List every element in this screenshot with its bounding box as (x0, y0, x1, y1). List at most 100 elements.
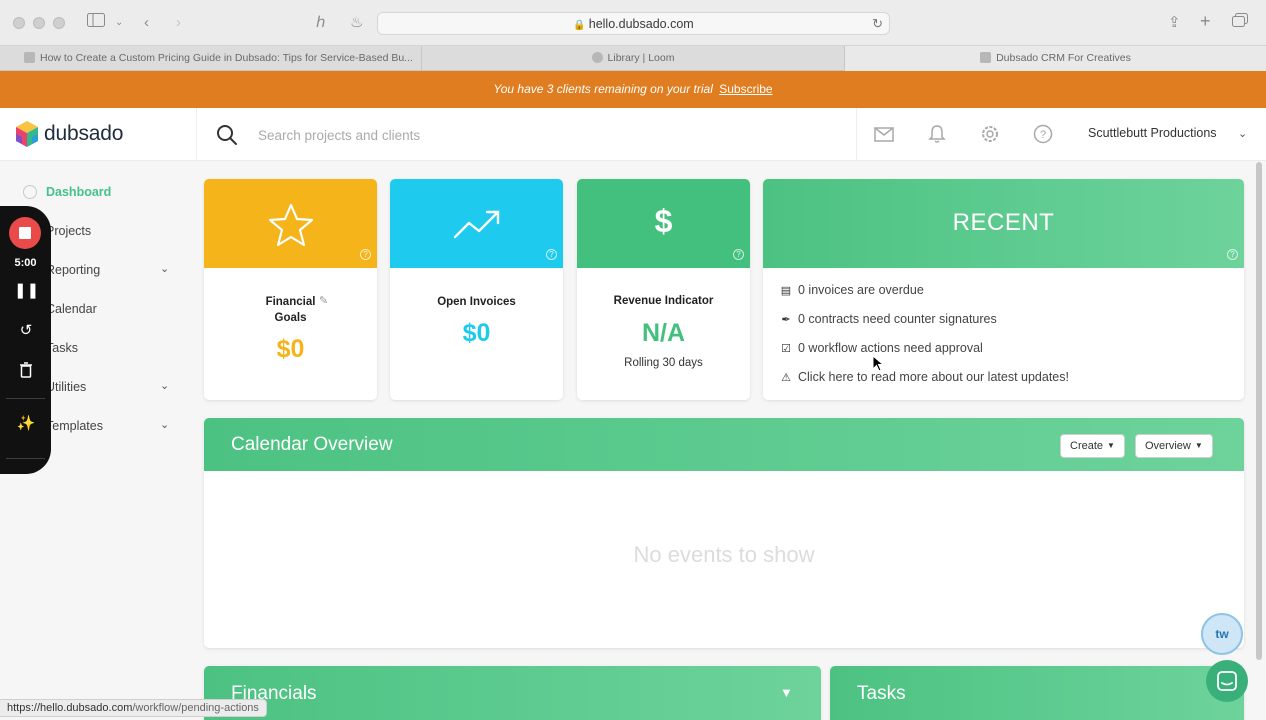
recent-row-invoices[interactable]: ▤ 0 invoices are overdue (780, 281, 924, 299)
loom-recorder: 5:00 ❚❚ ↺ ✨ (0, 206, 51, 474)
stop-recording-button[interactable] (9, 217, 41, 249)
chat-widget-button[interactable] (1206, 660, 1248, 702)
panel-header: Financials ▼ (204, 666, 821, 720)
sidebar-item-projects[interactable]: Projects (46, 221, 91, 241)
new-tab-icon[interactable]: + (1200, 11, 1211, 31)
caret-down-icon: ▼ (1194, 441, 1203, 450)
minimize-window-button[interactable] (33, 17, 45, 29)
help-icon[interactable]: ? (1227, 249, 1238, 260)
logo-cube-icon (16, 121, 38, 147)
forward-icon[interactable]: › (176, 13, 181, 33)
sidebar-item-utilities[interactable]: Utilities (46, 377, 86, 397)
lock-icon: 🔒 (573, 20, 586, 31)
chevron-down-icon[interactable]: ⌄ (160, 379, 169, 392)
status-url: https://hello.dubsado.com (7, 702, 133, 714)
tab-title: Library | Loom (607, 52, 675, 64)
sidebar-item-dashboard[interactable]: Dashboard (46, 182, 111, 202)
status-url-path: /workflow/pending-actions (132, 702, 259, 714)
pen-icon: ✒ (781, 314, 791, 326)
search-icon[interactable] (215, 123, 239, 147)
back-icon[interactable]: ‹ (144, 13, 149, 33)
loom-divider (6, 458, 45, 459)
account-name[interactable]: Scuttlebutt Productions (1088, 126, 1217, 140)
tab-favicon (24, 52, 35, 63)
open-invoices-card[interactable]: ? Open Invoices $0 (390, 179, 563, 400)
help-icon[interactable]: ? (360, 249, 371, 260)
chevron-down-icon[interactable]: ⌄ (115, 13, 123, 33)
sidebar-item-reporting[interactable]: Reporting (46, 260, 100, 280)
help-icon[interactable]: ? (733, 249, 744, 260)
document-icon: ▤ (780, 285, 792, 297)
revenue-subtitle: Rolling 30 days (624, 357, 703, 369)
mail-icon[interactable] (873, 123, 895, 145)
restart-icon[interactable]: ↺ (14, 321, 38, 341)
magic-wand-icon[interactable]: ✨ (14, 414, 38, 434)
chevron-down-icon[interactable]: ⌄ (160, 418, 169, 431)
dashboard-icon (23, 185, 37, 199)
reload-icon[interactable]: ↻ (872, 13, 883, 35)
card-label: Revenue Indicator (613, 295, 714, 307)
loom-divider (6, 398, 45, 399)
sidebar-item-templates[interactable]: Templates (46, 416, 103, 436)
create-dropdown-button[interactable]: Create ▼ (1060, 434, 1125, 458)
dubsado-favicon (980, 52, 992, 63)
maximize-window-button[interactable] (53, 17, 65, 29)
help-icon[interactable]: ? (546, 249, 557, 260)
financial-goals-card[interactable]: ? Financial Goals ✎ $0 (204, 179, 377, 400)
subscribe-link[interactable]: Subscribe (719, 82, 772, 96)
address-bar[interactable]: 🔒 hello.dubsado.com ↻ (377, 12, 890, 35)
empty-calendar-message: No events to show (633, 542, 815, 567)
trial-message: You have 3 clients remaining on your tri… (493, 82, 713, 96)
bell-icon[interactable] (926, 123, 948, 145)
gear-icon[interactable] (979, 123, 1001, 145)
checkbox-icon: ☑ (781, 343, 791, 355)
edit-pencil-icon[interactable]: ✎ (319, 294, 328, 307)
card-header: ? (204, 179, 377, 268)
loom-favicon (591, 52, 603, 63)
browser-tab[interactable]: How to Create a Custom Pricing Guide in … (0, 46, 422, 71)
recent-row-contracts[interactable]: ✒ 0 contracts need counter signatures (780, 310, 997, 328)
card-header: $ ? (577, 179, 750, 268)
page-scrollbar[interactable] (1256, 162, 1262, 660)
link-preview-statusbar: https://hello.dubsado.com/workflow/pendi… (0, 699, 267, 717)
app-header: dubsado ? Scuttlebutt Productions ⌄ (0, 108, 1266, 161)
revenue-value: N/A (641, 319, 686, 347)
recent-row-text: 0 invoices are overdue (798, 283, 924, 297)
caret-down-icon: ▼ (1107, 441, 1115, 450)
recent-row-updates[interactable]: ⚠ Click here to read more about our lates… (780, 368, 1069, 386)
recent-row-text: Click here to read more about our latest… (798, 370, 1069, 384)
logo-text: dubsado (44, 122, 124, 145)
header-divider (856, 108, 857, 161)
help-icon[interactable]: ? (1032, 123, 1054, 145)
recent-row-text: 0 workflow actions need approval (798, 341, 983, 355)
revenue-indicator-card[interactable]: $ ? Revenue Indicator N/A Rolling 30 day… (577, 179, 750, 400)
tab-overview-icon[interactable] (1232, 13, 1248, 33)
overview-dropdown-button[interactable]: Overview ▼ (1135, 434, 1213, 458)
recent-row-text: 0 contracts need counter signatures (798, 312, 997, 326)
card-header: ? (390, 179, 563, 268)
browser-tab[interactable]: Library | Loom (422, 46, 845, 71)
pause-icon[interactable]: ❚❚ (14, 281, 39, 301)
button-label: Overview (1145, 440, 1191, 452)
search-input[interactable] (248, 122, 748, 148)
warning-icon: ⚠ (781, 372, 791, 384)
url-text: hello.dubsado.com (588, 17, 694, 31)
close-window-button[interactable] (13, 17, 25, 29)
financial-goals-value: $0 (276, 335, 305, 363)
browser-tab-active[interactable]: Dubsado CRM For Creatives (845, 46, 1266, 71)
extension-flame-icon[interactable]: ♨ (350, 13, 363, 33)
chevron-down-icon[interactable]: ⌄ (160, 262, 169, 275)
chevron-down-icon[interactable]: ⌄ (1238, 127, 1247, 140)
extension-h-icon[interactable]: ℎ (316, 13, 326, 33)
sidebar-item-calendar[interactable]: Calendar (46, 299, 97, 319)
trash-icon[interactable] (14, 362, 38, 382)
caret-down-icon[interactable]: ▼ (780, 685, 793, 700)
share-icon[interactable]: ⇪ (1168, 13, 1181, 33)
financials-panel: Financials ▼ (204, 666, 821, 720)
svg-text:?: ? (1040, 129, 1046, 141)
card-label: Open Invoices (437, 296, 516, 308)
tasks-panel: Tasks (830, 666, 1244, 720)
tw-widget-button[interactable]: tw (1201, 613, 1243, 655)
sidebar-toggle-icon[interactable] (87, 13, 105, 33)
dubsado-logo[interactable]: dubsado (16, 118, 123, 150)
